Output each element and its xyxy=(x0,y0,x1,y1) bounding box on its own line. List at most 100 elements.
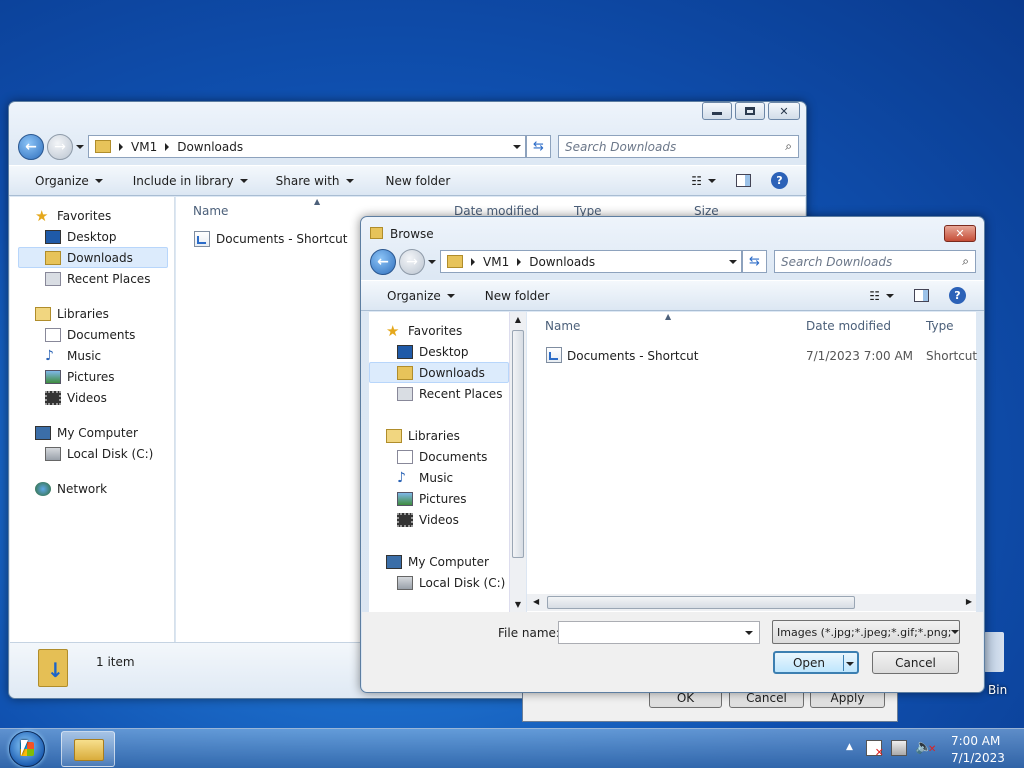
file-name-input[interactable] xyxy=(558,621,760,644)
browse-forward-button[interactable]: → xyxy=(399,249,425,275)
nav-my-computer[interactable]: My Computer xyxy=(369,551,517,572)
browse-preview-pane-button[interactable] xyxy=(904,289,939,302)
refresh-button[interactable]: ⇆ xyxy=(526,135,551,158)
back-button[interactable]: ← xyxy=(18,134,44,160)
show-hidden-icons-icon[interactable]: ▲ xyxy=(846,742,853,752)
browse-back-button[interactable]: ← xyxy=(370,249,396,275)
file-row[interactable]: Documents - Shortcut xyxy=(194,231,348,247)
search-input[interactable]: Search Downloads ⌕ xyxy=(558,135,799,158)
breadcrumb-vm1[interactable]: VM1 xyxy=(125,140,163,154)
nav-pictures[interactable]: Pictures xyxy=(369,488,517,509)
scroll-left-icon[interactable]: ◀ xyxy=(533,597,539,606)
open-dropdown-icon[interactable] xyxy=(846,662,854,666)
breadcrumb-vm1[interactable]: VM1 xyxy=(477,255,515,269)
chevron-down-icon xyxy=(446,293,455,298)
recycle-bin-icon[interactable] xyxy=(984,632,1004,672)
nav-label: Videos xyxy=(67,390,107,405)
new-folder-label: New folder xyxy=(484,288,550,303)
scroll-up-icon[interactable]: ▲ xyxy=(510,315,526,324)
nav-recent-places[interactable]: Recent Places xyxy=(369,383,517,404)
nav-favorites[interactable]: ★ Favorites xyxy=(369,320,517,341)
scroll-down-icon[interactable]: ▼ xyxy=(510,600,526,609)
new-folder-button[interactable]: New folder xyxy=(376,174,461,188)
nav-videos[interactable]: Videos xyxy=(18,387,174,408)
help-button[interactable]: ? xyxy=(761,172,798,189)
nav-my-computer[interactable]: My Computer xyxy=(18,422,174,443)
nav-label: Network xyxy=(57,481,108,496)
horizontal-scrollbar[interactable]: ◀ ▶ xyxy=(527,594,976,611)
volume-muted-icon[interactable]: 🔈 ✕ xyxy=(915,739,936,755)
browse-search-input[interactable]: Search Downloads ⌕ xyxy=(774,250,976,273)
nav-label: Recent Places xyxy=(67,271,151,286)
nav-documents[interactable]: Documents xyxy=(18,324,174,345)
clock-time[interactable]: 7:00 AM xyxy=(951,734,1000,748)
maximize-button[interactable] xyxy=(735,102,765,120)
browse-cancel-button[interactable]: Cancel xyxy=(872,651,959,674)
column-date-modified[interactable]: Date modified xyxy=(806,319,891,333)
column-name[interactable]: Name xyxy=(193,204,228,218)
nav-scrollbar[interactable]: ▲ ▼ xyxy=(509,312,526,612)
nav-pictures[interactable]: Pictures xyxy=(18,366,174,387)
nav-favorites[interactable]: ★ Favorites xyxy=(18,205,174,226)
file-row[interactable]: Documents - Shortcut 7/1/2023 7:00 AM Sh… xyxy=(546,346,977,366)
nav-network[interactable]: Network xyxy=(18,478,174,499)
breadcrumb-downloads[interactable]: Downloads xyxy=(523,255,601,269)
nav-local-disk[interactable]: Local Disk (C:) xyxy=(18,443,174,464)
nav-downloads[interactable]: Downloads xyxy=(18,247,168,268)
breadcrumb-downloads[interactable]: Downloads xyxy=(171,140,249,154)
h-scroll-thumb[interactable] xyxy=(547,596,855,609)
browse-view-options-button[interactable]: ☷ xyxy=(859,289,904,303)
scroll-right-icon[interactable]: ▶ xyxy=(966,597,972,606)
item-count: 1 item xyxy=(96,655,135,669)
preview-pane-button[interactable] xyxy=(726,174,761,187)
file-type-select[interactable]: Images (*.jpg;*.jpeg;*.gif;*.png; xyxy=(772,620,960,644)
file-name-label: File name: xyxy=(498,626,560,640)
scroll-thumb[interactable] xyxy=(512,330,524,558)
recent-pages-dropdown[interactable] xyxy=(76,145,84,149)
browse-help-button[interactable]: ? xyxy=(939,287,976,304)
column-type[interactable]: Type xyxy=(926,319,954,333)
search-placeholder: Search Downloads xyxy=(781,254,893,269)
view-options-button[interactable]: ☷ xyxy=(681,174,726,188)
action-center-icon[interactable]: ✕ xyxy=(866,740,884,758)
address-dropdown-icon[interactable] xyxy=(729,259,737,264)
open-button[interactable]: Open xyxy=(773,651,859,674)
minimize-button[interactable] xyxy=(702,102,732,120)
nav-documents[interactable]: Documents xyxy=(369,446,517,467)
taskbar-explorer-button[interactable] xyxy=(61,731,115,767)
nav-desktop[interactable]: Desktop xyxy=(369,341,517,362)
include-in-library-button[interactable]: Include in library xyxy=(123,174,258,188)
nav-recent-places[interactable]: Recent Places xyxy=(18,268,174,289)
browse-organize-button[interactable]: Organize xyxy=(377,289,465,303)
browse-close-button[interactable]: ✕ xyxy=(944,225,976,242)
nav-label: Pictures xyxy=(67,369,115,384)
share-with-button[interactable]: Share with xyxy=(266,174,364,188)
close-button[interactable]: ✕ xyxy=(768,102,800,120)
nav-music[interactable]: ♪ Music xyxy=(18,345,174,366)
browse-address-bar[interactable]: VM1 Downloads xyxy=(440,250,742,273)
column-name[interactable]: Name xyxy=(545,319,580,333)
command-bar: Organize Include in library Share with N… xyxy=(9,165,806,196)
forward-button[interactable]: → xyxy=(47,134,73,160)
address-bar[interactable]: VM1 Downloads xyxy=(88,135,526,158)
nav-label: Favorites xyxy=(408,323,463,338)
cancel-label: Cancel xyxy=(895,655,936,670)
nav-downloads[interactable]: Downloads xyxy=(369,362,509,383)
nav-desktop[interactable]: Desktop xyxy=(18,226,174,247)
organize-button[interactable]: Organize xyxy=(25,174,113,188)
search-icon: ⌕ xyxy=(962,254,969,268)
chevron-down-icon xyxy=(94,178,103,183)
address-dropdown-icon[interactable] xyxy=(513,144,521,149)
nav-local-disk[interactable]: Local Disk (C:) xyxy=(369,572,517,593)
nav-label: Local Disk (C:) xyxy=(419,575,506,590)
nav-videos[interactable]: Videos xyxy=(369,509,517,530)
clock-date[interactable]: 7/1/2023 xyxy=(951,751,1005,765)
browse-recent-pages-dropdown[interactable] xyxy=(428,260,436,264)
recycle-bin-label[interactable]: Bin xyxy=(988,683,1007,697)
browse-new-folder-button[interactable]: New folder xyxy=(475,289,560,303)
nav-libraries[interactable]: Libraries xyxy=(18,303,174,324)
nav-music[interactable]: ♪ Music xyxy=(369,467,517,488)
network-status-icon[interactable] xyxy=(891,740,907,756)
browse-refresh-button[interactable]: ⇆ xyxy=(742,250,767,273)
nav-libraries[interactable]: Libraries xyxy=(369,425,517,446)
